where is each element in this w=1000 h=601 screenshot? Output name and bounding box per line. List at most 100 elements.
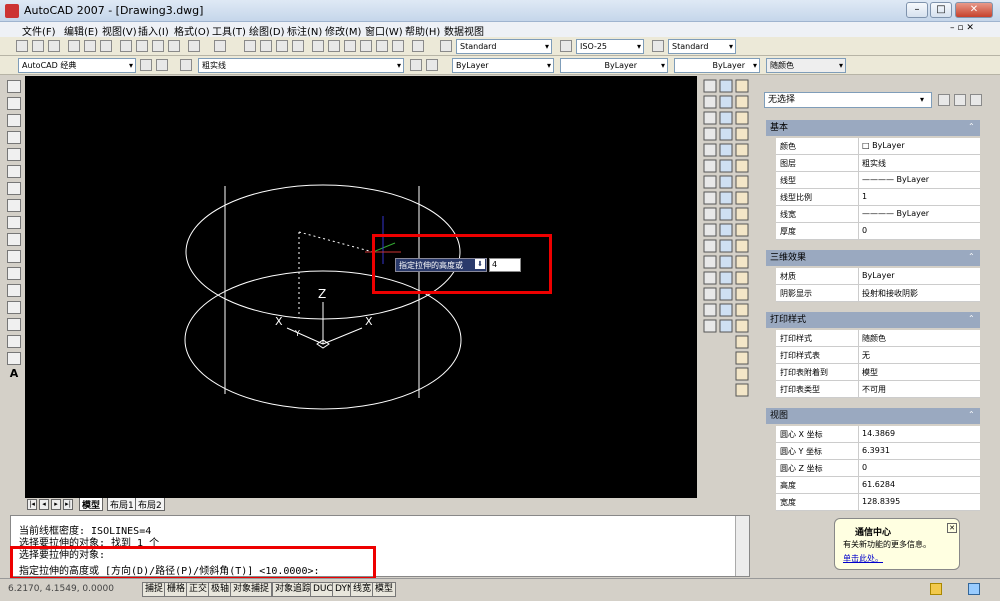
close-button[interactable]: ✕ xyxy=(955,2,993,18)
menu-edit[interactable]: 编辑(E) xyxy=(64,23,98,38)
ortho-toggle[interactable]: 正交 xyxy=(186,582,211,597)
selection-select[interactable]: 无选择 xyxy=(764,92,932,108)
autocad-app-icon[interactable] xyxy=(5,4,19,18)
palette-title-strip[interactable] xyxy=(984,76,1000,516)
ellipse-arc-icon[interactable] xyxy=(7,250,21,263)
property-row[interactable]: 圆心 Y 坐标 6.3931 xyxy=(776,443,980,460)
table-style-select[interactable]: Standard xyxy=(668,39,736,54)
property-value[interactable]: 模型 xyxy=(862,367,878,378)
property-value[interactable]: 6.3931 xyxy=(862,446,890,455)
property-section-header[interactable]: 打印样式 xyxy=(766,312,980,328)
plotstyle-select[interactable]: 随颜色 xyxy=(766,58,846,73)
property-row[interactable]: 厚度 0 xyxy=(776,223,980,240)
drawing-canvas[interactable]: Z X X Y xyxy=(25,76,697,498)
construction-line-icon[interactable] xyxy=(7,97,21,110)
lineweight-toggle[interactable]: 线宽 xyxy=(350,582,375,597)
snap-toggle[interactable]: 捕捉 xyxy=(142,582,167,597)
property-row[interactable]: 颜色 □ ByLayer xyxy=(776,138,980,155)
property-value[interactable]: 无 xyxy=(862,350,870,361)
command-scrollbar[interactable] xyxy=(735,516,749,576)
property-section-header[interactable]: 视图 xyxy=(766,408,980,424)
revcloud-icon[interactable] xyxy=(7,199,21,212)
open-icon[interactable] xyxy=(32,40,44,52)
property-value[interactable]: 128.8395 xyxy=(862,497,900,506)
property-row[interactable]: 圆心 X 坐标 14.3869 xyxy=(776,426,980,443)
menu-format[interactable]: 格式(O) xyxy=(174,23,210,38)
menu-insert[interactable]: 插入(I) xyxy=(138,23,169,38)
help-icon[interactable] xyxy=(412,40,424,52)
tab-prev-button[interactable]: ◂ xyxy=(39,499,49,510)
menu-view[interactable]: 视图(V) xyxy=(102,23,137,38)
layer-select[interactable]: 粗实线 xyxy=(198,58,404,73)
property-value[interactable]: □ ByLayer xyxy=(862,141,905,150)
balloon-close-button[interactable]: ✕ xyxy=(947,523,957,533)
polar-toggle[interactable]: 极轴 xyxy=(208,582,233,597)
tab-layout1[interactable]: 布局1 xyxy=(107,498,137,511)
save-workspace-icon[interactable] xyxy=(156,59,168,71)
property-value[interactable]: ———— ByLayer xyxy=(862,209,929,218)
tab-layout2[interactable]: 布局2 xyxy=(135,498,165,511)
property-value[interactable]: 0 xyxy=(862,463,867,472)
menu-help[interactable]: 帮助(H) xyxy=(405,23,440,38)
pan-icon[interactable] xyxy=(244,40,256,52)
make-block-icon[interactable] xyxy=(7,284,21,297)
collapse-icon[interactable]: ⌃ xyxy=(968,252,975,261)
sheet-set-icon[interactable] xyxy=(360,40,372,52)
hatch-icon[interactable] xyxy=(7,318,21,331)
tab-last-button[interactable]: ▸| xyxy=(63,499,73,510)
gradient-icon[interactable] xyxy=(7,335,21,348)
property-value[interactable]: 61.6284 xyxy=(862,480,895,489)
minimize-button[interactable]: – xyxy=(906,2,928,18)
redo-icon[interactable] xyxy=(214,40,226,52)
mtext-icon[interactable]: A xyxy=(7,368,21,382)
property-value[interactable]: ByLayer xyxy=(862,271,895,280)
model-toggle[interactable]: 模型 xyxy=(372,582,397,597)
osnap-toggle[interactable]: 对象捕捉 xyxy=(230,582,273,597)
tab-model[interactable]: 模型 xyxy=(79,498,104,511)
publish-icon[interactable] xyxy=(100,40,112,52)
property-row[interactable]: 线型比例 1 xyxy=(776,189,980,206)
zoom-window-icon[interactable] xyxy=(276,40,288,52)
lineweight-select[interactable]: ByLayer xyxy=(674,58,760,73)
chevron-down-icon[interactable]: ▾ xyxy=(920,95,924,104)
property-row[interactable]: 打印表类型 不可用 xyxy=(776,381,980,398)
property-value[interactable]: 1 xyxy=(862,192,867,201)
layer-manager-icon[interactable] xyxy=(180,59,192,71)
print-icon[interactable] xyxy=(68,40,80,52)
select-objects-icon[interactable] xyxy=(954,94,966,106)
properties-icon[interactable] xyxy=(312,40,324,52)
otrack-toggle[interactable]: 对象追踪 xyxy=(272,582,315,597)
property-section-header[interactable]: 基本 xyxy=(766,120,980,136)
table-style-icon[interactable] xyxy=(652,40,664,52)
new-icon[interactable] xyxy=(16,40,28,52)
menu-dimension[interactable]: 标注(N) xyxy=(287,23,322,38)
dim-style-select[interactable]: ISO-25 xyxy=(576,39,644,54)
property-row[interactable]: 线宽 ———— ByLayer xyxy=(776,206,980,223)
match-properties-icon[interactable] xyxy=(168,40,180,52)
collapse-icon[interactable]: ⌃ xyxy=(968,314,975,323)
maximize-button[interactable]: □ xyxy=(930,2,952,18)
rectangle-icon[interactable] xyxy=(7,148,21,161)
clean-screen-icon[interactable] xyxy=(968,583,980,595)
markup-icon[interactable] xyxy=(376,40,388,52)
menu-tools[interactable]: 工具(T) xyxy=(212,23,246,38)
circle-icon[interactable] xyxy=(7,182,21,195)
workspace-select[interactable]: AutoCAD 经典 xyxy=(18,58,136,73)
property-value[interactable]: 投射和接收阴影 xyxy=(862,288,918,299)
make-current-layer-icon[interactable] xyxy=(410,59,422,71)
preview-icon[interactable] xyxy=(84,40,96,52)
property-row[interactable]: 线型 ———— ByLayer xyxy=(776,172,980,189)
text-style-icon[interactable] xyxy=(440,40,452,52)
property-value[interactable]: 随颜色 xyxy=(862,333,886,344)
balloon-link[interactable]: 单击此处。 xyxy=(843,553,883,564)
save-icon[interactable] xyxy=(48,40,60,52)
toggle-pickadd-icon[interactable] xyxy=(938,94,950,106)
property-section-header[interactable]: 三维效果 xyxy=(766,250,980,266)
property-row[interactable]: 高度 61.6284 xyxy=(776,477,980,494)
tab-next-button[interactable]: ▸ xyxy=(51,499,61,510)
property-row[interactable]: 材质 ByLayer xyxy=(776,268,980,285)
tool-palettes-icon[interactable] xyxy=(344,40,356,52)
workspace-settings-icon[interactable] xyxy=(140,59,152,71)
tab-first-button[interactable]: |◂ xyxy=(27,499,37,510)
line-icon[interactable] xyxy=(7,80,21,93)
